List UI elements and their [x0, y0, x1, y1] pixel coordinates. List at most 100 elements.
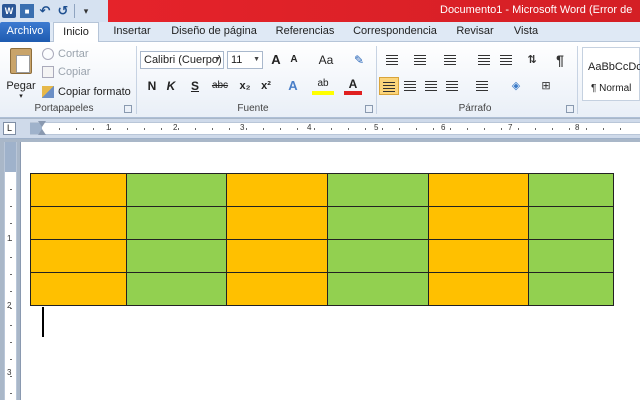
- undo-icon[interactable]: ↶: [38, 3, 52, 18]
- line-spacing-button[interactable]: [472, 77, 492, 95]
- font-color-button[interactable]: A: [344, 77, 362, 95]
- horizontal-ruler[interactable]: 12345678: [30, 121, 640, 135]
- grow-font-button[interactable]: A: [268, 51, 284, 69]
- tab-references[interactable]: Referencias: [270, 22, 340, 42]
- table-row: [30, 239, 614, 273]
- show-marks-button[interactable]: ¶: [550, 51, 570, 69]
- justify-button[interactable]: [442, 77, 462, 95]
- font-launcher-icon[interactable]: [365, 105, 373, 113]
- text-effects-button[interactable]: A: [284, 77, 302, 95]
- bullets-button[interactable]: [382, 51, 402, 69]
- tab-home[interactable]: Inicio: [53, 22, 99, 43]
- strikethrough-button[interactable]: abc: [210, 77, 230, 95]
- word-app-icon[interactable]: W: [2, 4, 16, 18]
- format-painter-label: Copiar formato: [58, 86, 131, 98]
- tab-view[interactable]: Vista: [506, 22, 546, 42]
- table-cell[interactable]: [327, 239, 429, 273]
- subscript-button[interactable]: x₂: [236, 77, 254, 95]
- table-cell[interactable]: [428, 272, 529, 306]
- table-cell[interactable]: [428, 239, 529, 273]
- table-cell[interactable]: [528, 173, 614, 207]
- table-cell[interactable]: [528, 272, 614, 306]
- ruler-tick: [501, 128, 502, 130]
- align-left-button[interactable]: [379, 77, 399, 95]
- align-right-button[interactable]: [421, 77, 441, 95]
- indent-marker[interactable]: [38, 121, 46, 135]
- table-cell[interactable]: [126, 239, 227, 273]
- table-cell[interactable]: [428, 173, 529, 207]
- numbering-icon: [414, 55, 426, 66]
- ruler-tick: [382, 128, 383, 130]
- decrease-indent-button[interactable]: [474, 51, 494, 69]
- cut-label: Cortar: [58, 48, 89, 60]
- ruler-tick: [10, 308, 12, 309]
- paragraph-launcher-icon[interactable]: [566, 105, 574, 113]
- table-cell[interactable]: [126, 173, 227, 207]
- table-cell[interactable]: [30, 173, 127, 207]
- multilevel-list-icon: [444, 55, 456, 66]
- customize-qat-icon[interactable]: ▾: [79, 4, 93, 18]
- align-center-button[interactable]: [400, 77, 420, 95]
- table-cell[interactable]: [126, 272, 227, 306]
- numbering-button[interactable]: [410, 51, 430, 69]
- table-cell[interactable]: [428, 206, 529, 240]
- table-cell[interactable]: [528, 206, 614, 240]
- copy-button[interactable]: Copiar: [42, 64, 90, 80]
- text-cursor: [42, 307, 44, 337]
- change-case-button[interactable]: Aa: [313, 51, 339, 69]
- shrink-font-button[interactable]: A: [287, 51, 301, 69]
- font-name-select[interactable]: Calibri (Cuerpo) ▼: [140, 51, 224, 69]
- ruler-number: 1: [7, 234, 12, 243]
- ruler-number: 4: [307, 123, 312, 132]
- table-cell[interactable]: [327, 173, 429, 207]
- style-normal[interactable]: AaBbCcDc ¶ Normal: [582, 47, 640, 101]
- format-painter-button[interactable]: Copiar formato: [42, 84, 131, 100]
- clipboard-launcher-icon[interactable]: [124, 105, 132, 113]
- tab-stop-selector[interactable]: L: [3, 122, 16, 135]
- underline-button[interactable]: S: [184, 77, 206, 95]
- document-table[interactable]: [30, 173, 614, 306]
- tab-file[interactable]: Archivo: [0, 22, 50, 42]
- clear-formatting-icon[interactable]: ✎: [350, 51, 368, 69]
- ruler-tick: [569, 128, 570, 130]
- table-cell[interactable]: [528, 239, 614, 273]
- italic-button[interactable]: K: [164, 77, 178, 95]
- table-cell[interactable]: [327, 206, 429, 240]
- tab-review[interactable]: Revisar: [450, 22, 500, 42]
- ruler-tick: [348, 128, 349, 130]
- table-cell[interactable]: [126, 206, 227, 240]
- document-page[interactable]: [20, 142, 640, 400]
- superscript-button[interactable]: x²: [257, 77, 275, 95]
- table-cell[interactable]: [327, 272, 429, 306]
- vertical-ruler[interactable]: 123: [4, 142, 17, 400]
- multilevel-list-button[interactable]: [440, 51, 460, 69]
- table-row: [30, 173, 614, 207]
- tab-mailings[interactable]: Correspondencia: [346, 22, 444, 42]
- table-cell[interactable]: [226, 272, 328, 306]
- ruler-tick: [10, 189, 12, 190]
- bold-button[interactable]: N: [145, 77, 159, 95]
- sort-button[interactable]: ⇅: [522, 51, 542, 69]
- table-cell[interactable]: [30, 272, 127, 306]
- tab-insert[interactable]: Insertar: [104, 22, 160, 42]
- table-cell[interactable]: [226, 206, 328, 240]
- save-icon[interactable]: ■: [20, 4, 34, 18]
- ruler-tick: [161, 128, 162, 130]
- cut-button[interactable]: Cortar: [42, 46, 89, 62]
- qat-separator: [74, 4, 75, 18]
- ruler-tick: [467, 128, 468, 130]
- borders-button[interactable]: ⊞: [536, 77, 556, 95]
- redo-icon[interactable]: ↺: [56, 3, 70, 18]
- font-size-select[interactable]: 11 ▼: [227, 51, 263, 69]
- scissors-icon: [42, 48, 54, 60]
- shading-button[interactable]: ◈: [506, 77, 526, 95]
- increase-indent-button[interactable]: [496, 51, 516, 69]
- tab-page-layout[interactable]: Diseño de página: [164, 22, 264, 42]
- table-cell[interactable]: [30, 239, 127, 273]
- table-cell[interactable]: [226, 239, 328, 273]
- highlight-button[interactable]: ab: [312, 77, 334, 95]
- style-name: ¶ Normal: [591, 83, 632, 94]
- paste-button[interactable]: Pegar ▾: [6, 46, 36, 102]
- table-cell[interactable]: [30, 206, 127, 240]
- table-cell[interactable]: [226, 173, 328, 207]
